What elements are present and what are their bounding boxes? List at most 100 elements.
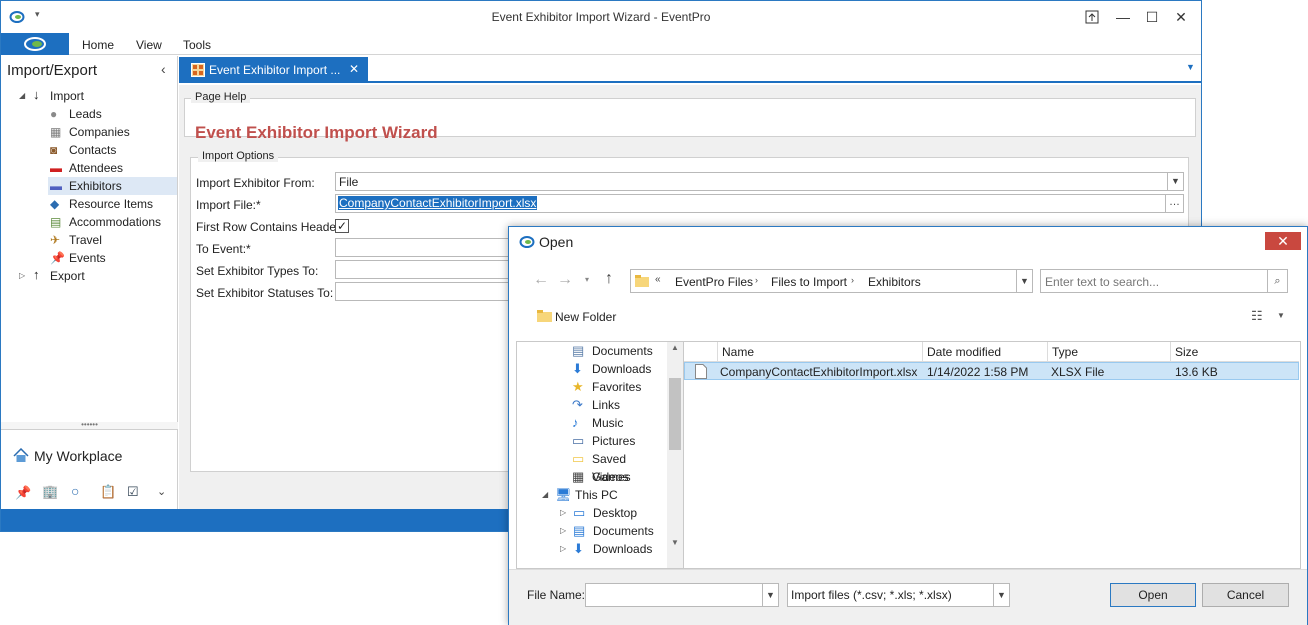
up-arrow-icon[interactable]: ↑ xyxy=(605,270,613,288)
nav-item-travel[interactable]: ✈ Travel xyxy=(48,231,177,249)
pin-icon[interactable]: 📌 xyxy=(15,485,31,501)
tab-event-exhibitor-import[interactable]: Event Exhibitor Import ... ✕ xyxy=(179,57,368,83)
file-icon xyxy=(695,364,707,379)
nav-item-contacts[interactable]: ◙ Contacts xyxy=(48,141,177,159)
my-workplace-label[interactable]: My Workplace xyxy=(34,448,122,464)
folder-icon xyxy=(635,275,649,287)
folder-item-this-pc[interactable]: ◢ 🖥 This PC xyxy=(542,486,667,504)
column-header-size[interactable]: Size xyxy=(1171,342,1299,362)
tab-close-icon[interactable]: ✕ xyxy=(349,62,359,76)
folder-item-pc-documents[interactable]: ▷ ▤ Documents xyxy=(560,522,667,540)
dialog-close-button[interactable]: ✕ xyxy=(1265,232,1301,250)
page-help-group: Event Exhibitor Import Wizard xyxy=(184,98,1196,142)
nav-item-companies[interactable]: ▦ Companies xyxy=(48,123,177,141)
tree-item-label: Import xyxy=(50,89,85,103)
pin-window-icon[interactable] xyxy=(1082,7,1102,27)
breadcrumb-separator-icon[interactable]: › xyxy=(851,275,854,285)
folder-item-pc-downloads[interactable]: ▷ ⬇ Downloads xyxy=(560,540,667,558)
chevron-down-icon[interactable]: ▼ xyxy=(993,584,1009,606)
ribbon-tab-view[interactable]: View xyxy=(136,38,162,52)
nav-item-leads[interactable]: ● Leads xyxy=(48,105,177,123)
breadcrumb-separator-icon[interactable]: › xyxy=(755,275,758,285)
new-folder-button[interactable]: New Folder xyxy=(555,310,616,324)
address-dropdown-icon[interactable]: ▼ xyxy=(1016,270,1032,292)
folder-item-videos[interactable]: ▦ Videos xyxy=(572,468,667,486)
breadcrumb-item[interactable]: Exhibitors xyxy=(868,275,921,289)
first-row-headers-checkbox[interactable]: ✓ xyxy=(335,219,349,233)
file-row[interactable]: CompanyContactExhibitorImport.xlsx 1/14/… xyxy=(684,362,1299,380)
column-header-date[interactable]: Date modified xyxy=(923,342,1048,362)
folder-item-pc-desktop[interactable]: ▷ ▭ Desktop xyxy=(560,504,667,522)
back-arrow-icon[interactable]: ← xyxy=(533,271,549,289)
scroll-up-icon[interactable]: ▲ xyxy=(671,343,679,352)
scroll-down-icon[interactable]: ▼ xyxy=(671,538,679,547)
scroll-thumb[interactable] xyxy=(669,378,681,450)
import-from-select[interactable]: File ▼ xyxy=(335,172,1184,191)
chevron-down-icon[interactable]: ▼ xyxy=(1167,173,1183,190)
nav-item-accommodations[interactable]: ▤ Accommodations xyxy=(48,213,177,231)
chevron-down-icon[interactable]: ▼ xyxy=(762,584,778,606)
ribbon-tab-home[interactable]: Home xyxy=(82,38,114,52)
splitter-handle[interactable]: •••••• xyxy=(1,421,178,429)
expand-arrow-icon[interactable]: ▷ xyxy=(560,522,566,540)
folder-item-saved-games[interactable]: ▭ Saved Games xyxy=(572,450,667,484)
column-header-name[interactable]: Name xyxy=(718,342,923,362)
checklist-icon[interactable]: ☑ xyxy=(127,484,139,500)
ribbon: Home View Tools xyxy=(1,33,1201,55)
expand-arrow-icon[interactable]: ▷ xyxy=(560,504,566,522)
expand-arrow-icon[interactable]: ▷ xyxy=(560,540,566,558)
nav-item-label: Resource Items xyxy=(69,197,154,211)
folder-tree-scrollbar[interactable]: ▲ ▼ xyxy=(667,342,683,568)
search-icon[interactable]: ⌕ xyxy=(1267,270,1287,292)
folder-item-pictures[interactable]: ▭ Pictures xyxy=(572,432,667,450)
home-icon xyxy=(13,448,29,462)
recent-dropdown-icon[interactable]: ▾ xyxy=(585,275,589,284)
more-chevron-icon[interactable]: ⌄ xyxy=(157,485,166,498)
file-type-filter-select[interactable]: Import files (*.csv; *.xls; *.xlsx) ▼ xyxy=(787,583,1010,607)
nav-title: Import/Export xyxy=(7,62,98,79)
nav-item-events[interactable]: 📌 Events xyxy=(48,249,177,267)
app-menu-logo-icon xyxy=(24,37,46,51)
forward-arrow-icon[interactable]: → xyxy=(557,271,573,289)
chat-icon[interactable]: ○ xyxy=(71,483,79,499)
folder-item-music[interactable]: ♪ Music xyxy=(572,414,667,432)
nav-item-attendees[interactable]: ▬ Attendees xyxy=(48,159,177,177)
nav-item-exhibitors[interactable]: ▬ Exhibitors xyxy=(48,177,177,195)
search-box[interactable]: Enter text to search... ⌕ xyxy=(1040,269,1288,293)
app-menu-button[interactable] xyxy=(1,33,69,55)
breadcrumb-item[interactable]: Files to Import xyxy=(771,275,847,289)
close-icon[interactable]: ✕ xyxy=(1171,7,1191,27)
browse-ellipsis-button[interactable]: … xyxy=(1165,195,1183,212)
minimize-icon[interactable]: — xyxy=(1113,7,1133,27)
tab-label: Event Exhibitor Import ... xyxy=(209,63,341,77)
import-file-input[interactable]: CompanyContactExhibitorImport.xlsx … xyxy=(335,194,1184,213)
column-header-type[interactable]: Type xyxy=(1048,342,1171,362)
import-file-label: Import File:* xyxy=(196,198,261,212)
address-bar[interactable]: « EventPro Files › Files to Import › Exh… xyxy=(630,269,1033,293)
clipboard-icon[interactable]: 📋 xyxy=(100,484,116,500)
collapse-nav-icon[interactable]: ‹ xyxy=(161,61,166,77)
tree-item-export[interactable]: ▷ ↑ Export xyxy=(19,267,169,285)
view-options-icon[interactable]: ☷ xyxy=(1251,308,1263,324)
ribbon-tab-tools[interactable]: Tools xyxy=(183,38,211,52)
expand-arrow-icon[interactable]: ◢ xyxy=(19,87,25,105)
breadcrumb-overflow-icon[interactable]: « xyxy=(655,274,661,285)
folder-item-label: Desktop xyxy=(593,506,638,520)
folder-item-downloads[interactable]: ⬇ Downloads xyxy=(572,360,667,378)
nav-item-resource-items[interactable]: ◆ Resource Items xyxy=(48,195,177,213)
tree-item-import[interactable]: ◢ ↓ Import xyxy=(19,87,169,105)
maximize-icon[interactable]: ☐ xyxy=(1142,7,1162,27)
desktop-icon: ▭ xyxy=(573,505,586,520)
folder-item-favorites[interactable]: ★ Favorites xyxy=(572,378,667,396)
folder-item-documents[interactable]: ▤ Documents xyxy=(572,342,667,360)
cancel-button[interactable]: Cancel xyxy=(1202,583,1289,607)
expand-arrow-icon[interactable]: ◢ xyxy=(542,486,548,504)
tab-list-dropdown-icon[interactable]: ▼ xyxy=(1186,62,1195,72)
view-options-dropdown-icon[interactable]: ▼ xyxy=(1277,311,1285,320)
expand-arrow-icon[interactable]: ▷ xyxy=(19,267,25,285)
breadcrumb-item[interactable]: EventPro Files xyxy=(675,275,753,289)
folder-item-links[interactable]: ↷ Links xyxy=(572,396,667,414)
open-button[interactable]: Open xyxy=(1110,583,1196,607)
building-icon[interactable]: 🏢 xyxy=(42,484,58,500)
file-name-input[interactable]: ▼ xyxy=(585,583,779,607)
